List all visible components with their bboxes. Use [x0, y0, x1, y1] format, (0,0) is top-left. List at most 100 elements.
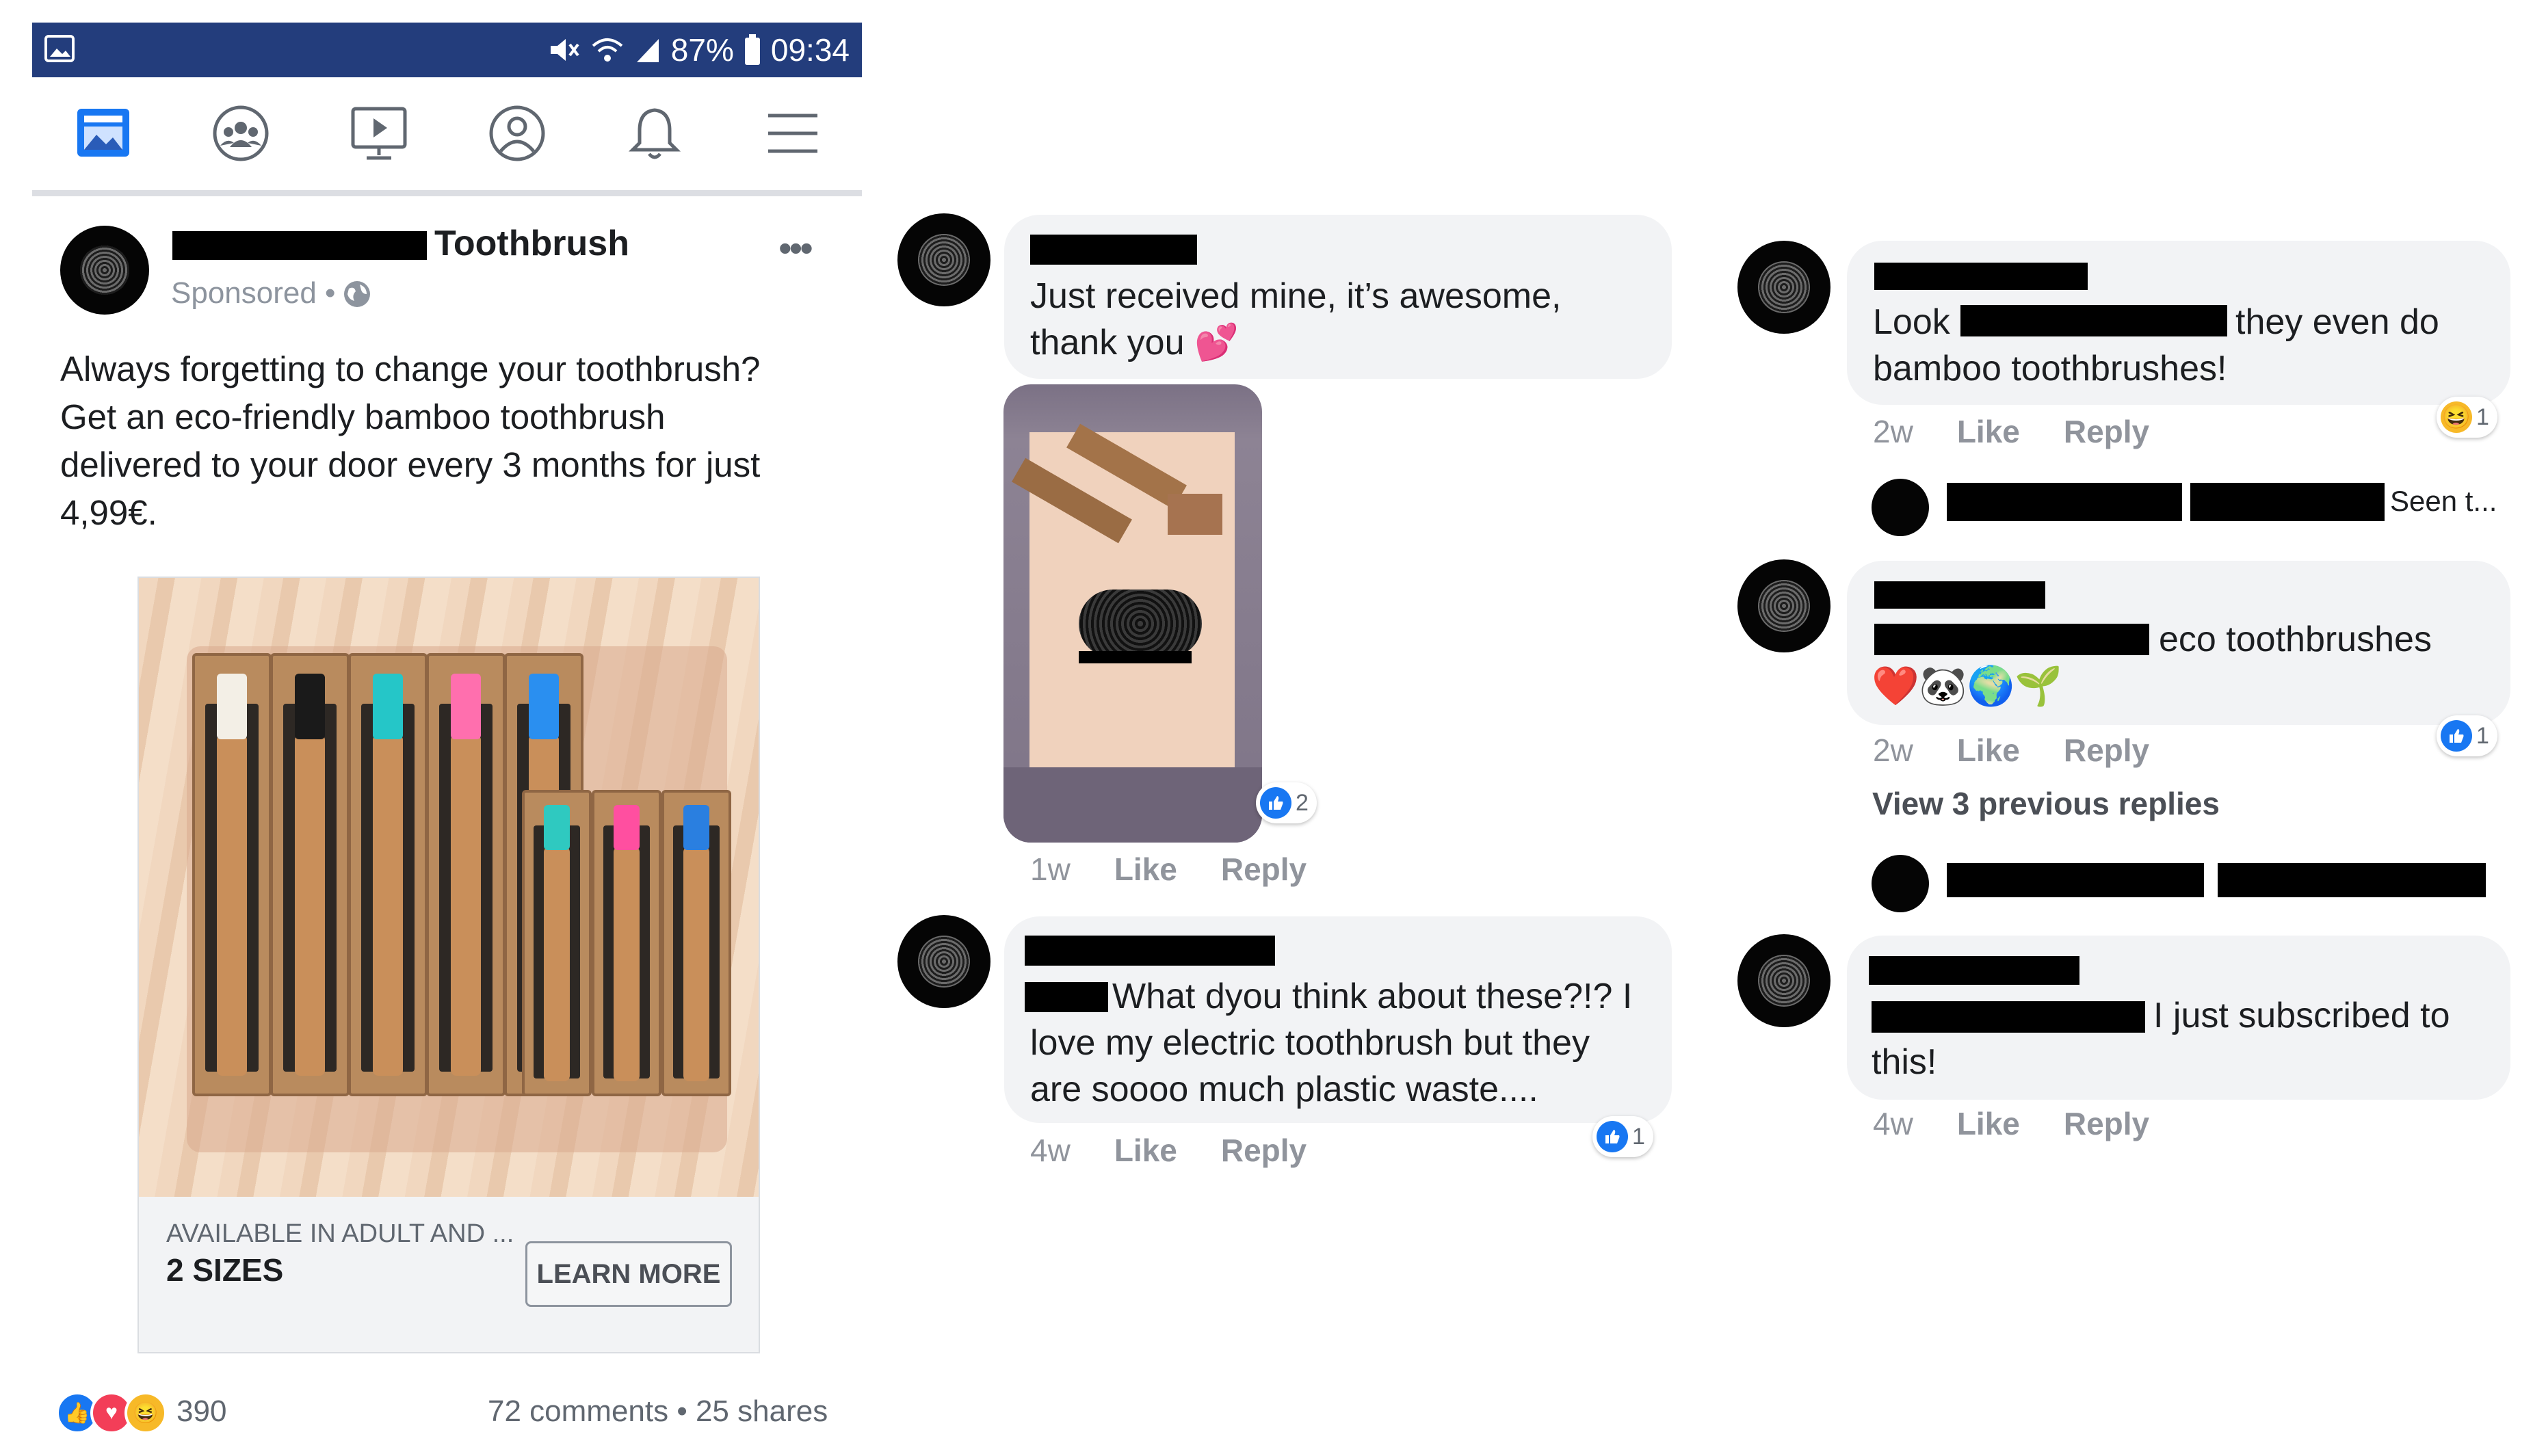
comment-meta: 2w Like Reply — [1873, 732, 2149, 769]
like-link[interactable]: Like — [1957, 732, 2020, 768]
groups-icon[interactable] — [212, 105, 270, 162]
reaction-icons[interactable]: 👍 ♥ 😆 — [56, 1392, 167, 1434]
menu-icon[interactable] — [764, 105, 822, 162]
comment-reaction-badge[interactable]: 1 — [2437, 715, 2497, 756]
post-text-line: Get an eco-friendly bamboo toothbrush — [60, 397, 666, 436]
ad-caption-small: AVAILABLE IN ADULT AND ... — [166, 1219, 514, 1248]
redacted-commenter-name — [1025, 936, 1275, 966]
battery-icon — [744, 34, 760, 65]
comment-text-line: What dyou think about these?!? I — [1112, 977, 1633, 1016]
comment-time: 4w — [1873, 1106, 1913, 1141]
post-text-line: delivered to your door every 3 months fo… — [60, 445, 761, 484]
comment-text-look: Look — [1873, 302, 1950, 342]
gallery-notification-icon — [44, 35, 75, 62]
commenter-avatar[interactable] — [1737, 559, 1830, 652]
like-icon — [1597, 1121, 1628, 1152]
like-link[interactable]: Like — [1114, 1133, 1177, 1168]
reply-link[interactable]: Reply — [1221, 1133, 1307, 1168]
redacted-mention — [1960, 305, 2227, 336]
like-icon — [1260, 787, 1291, 819]
redacted-page-name — [172, 231, 427, 260]
comment-reaction-badge[interactable]: 😆 1 — [2437, 397, 2497, 438]
like-icon — [2441, 720, 2472, 752]
page-name[interactable]: Toothbrush — [434, 223, 629, 264]
comment-time: 4w — [1030, 1133, 1071, 1168]
comment-text-line: love my electric toothbrush but they — [1030, 1023, 1590, 1063]
commenter-avatar[interactable] — [897, 915, 990, 1008]
reply-avatar[interactable] — [1872, 479, 1929, 536]
reply-link[interactable]: Reply — [2064, 1106, 2149, 1141]
redacted-reply — [1947, 863, 2204, 897]
comment-text-line: are soooo much plastic waste.... — [1030, 1070, 1538, 1109]
comment-text-line: eco toothbrushes — [2159, 620, 2432, 659]
redacted-mention — [1025, 982, 1108, 1012]
post-text-line: Always forgetting to change your toothbr… — [60, 349, 761, 388]
reaction-count: 1 — [2476, 403, 2489, 430]
news-feed-icon[interactable] — [75, 105, 132, 162]
reply-link[interactable]: Reply — [1221, 851, 1307, 887]
ad-image-toothbrushes[interactable] — [139, 578, 759, 1197]
reaction-count: 1 — [1632, 1123, 1645, 1150]
redacted-commenter-name — [1030, 235, 1197, 265]
comment-text-line: I just subscribed to — [2153, 996, 2450, 1035]
reaction-count: 1 — [2476, 722, 2489, 749]
ad-caption-title: 2 SIZES — [166, 1252, 284, 1288]
comment-text-line: they even do — [2235, 302, 2439, 342]
comment-text-line: this! — [1872, 1042, 1937, 1082]
comment-photo[interactable] — [1003, 384, 1262, 843]
comment-emoji-line: ❤️🐼🌍🌱 — [1872, 664, 2062, 707]
comment-text-line: bamboo toothbrushes! — [1873, 349, 2227, 388]
post-text-line: 4,99€. — [60, 493, 157, 532]
comment-meta: 2w Like Reply — [1873, 413, 2149, 450]
comment-reaction-badge[interactable]: 1 — [1592, 1116, 1653, 1157]
watch-icon[interactable] — [350, 105, 408, 162]
sponsored-label: Sponsored • — [171, 276, 336, 310]
seen-label: Seen t... — [2390, 485, 2497, 517]
comment-time: 1w — [1030, 851, 1071, 887]
comment-time: 2w — [1873, 414, 1913, 449]
haha-icon: 😆 — [2441, 401, 2472, 433]
more-options-icon[interactable]: ••• — [778, 226, 813, 270]
redacted-reply — [1947, 483, 2182, 521]
comments-shares-count[interactable]: 72 comments • 25 shares — [488, 1394, 828, 1429]
learn-more-button[interactable]: LEARN MORE — [525, 1241, 732, 1307]
nav-bar — [32, 77, 862, 196]
comment-text-line: thank you 💕 — [1030, 323, 1239, 362]
ad-card[interactable]: AVAILABLE IN ADULT AND ... 2 SIZES LEARN… — [137, 577, 760, 1353]
profile-icon[interactable] — [488, 105, 546, 162]
view-previous-replies-link[interactable]: View 3 previous replies — [1872, 785, 2220, 822]
comment-meta: 4w Like Reply — [1030, 1132, 1307, 1169]
reply-link[interactable]: Reply — [2064, 732, 2149, 768]
redacted-commenter-name — [1874, 263, 2088, 290]
notifications-icon[interactable] — [626, 105, 683, 162]
comment-time: 2w — [1873, 732, 1913, 768]
redacted-reply — [2218, 863, 2486, 897]
reply-link[interactable]: Reply — [2064, 414, 2149, 449]
redacted-reply — [2190, 483, 2385, 521]
comment-meta: 1w Like Reply — [1030, 851, 1307, 888]
mute-icon — [550, 39, 579, 61]
like-link[interactable]: Like — [1957, 414, 2020, 449]
like-link[interactable]: Like — [1114, 851, 1177, 887]
reply-avatar[interactable] — [1872, 855, 1929, 912]
commenter-avatar[interactable] — [1737, 934, 1830, 1027]
comment-reaction-badge[interactable]: 2 — [1256, 782, 1317, 823]
globe-icon — [344, 281, 370, 307]
comment-meta: 4w Like Reply — [1873, 1105, 2149, 1142]
signal-icon — [636, 39, 659, 62]
redacted-mention — [1872, 1001, 2145, 1033]
reaction-count[interactable]: 390 — [176, 1394, 226, 1429]
comment-text-line: Just received mine, it’s awesome, — [1030, 276, 1562, 316]
commenter-avatar[interactable] — [897, 213, 990, 306]
status-bar: 87% 09:34 — [32, 23, 862, 77]
wifi-icon — [592, 38, 623, 62]
redacted-commenter-name — [1874, 581, 2045, 609]
clock: 09:34 — [770, 32, 850, 68]
like-link[interactable]: Like — [1957, 1106, 2020, 1141]
haha-reaction-icon: 😆 — [124, 1392, 167, 1434]
reaction-count: 2 — [1296, 789, 1309, 816]
battery-percent: 87% — [670, 32, 734, 68]
redacted-mention — [1874, 624, 2149, 655]
page-avatar[interactable] — [60, 226, 149, 315]
commenter-avatar[interactable] — [1737, 241, 1830, 334]
